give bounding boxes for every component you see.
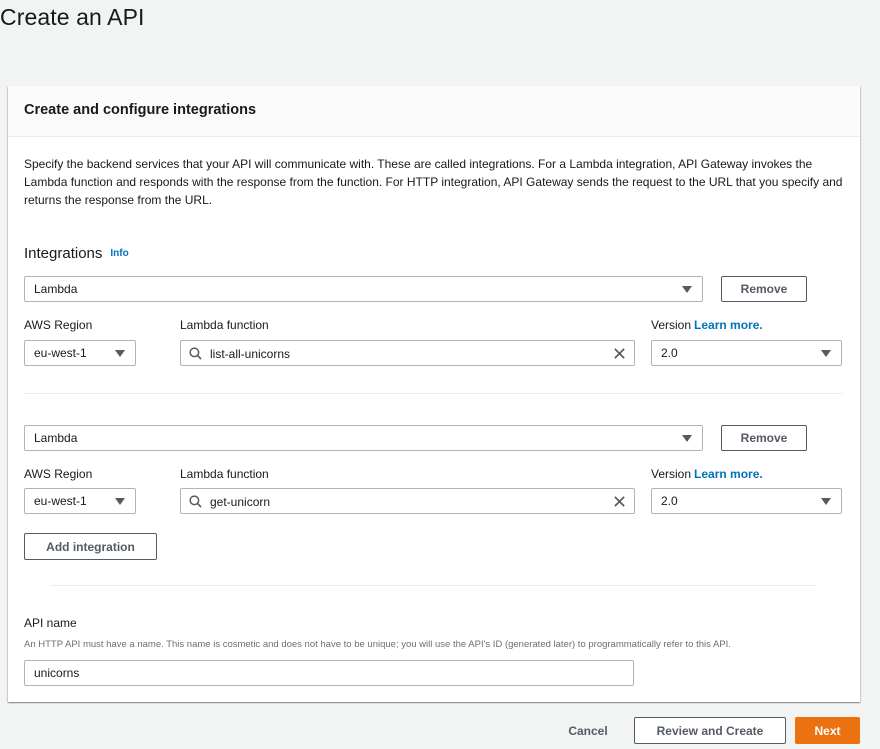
integration-type-select-1[interactable]: Lambda bbox=[24, 276, 703, 302]
learn-more-link-1[interactable]: Learn more. bbox=[694, 318, 763, 332]
region-select-2[interactable]: eu-west-1 bbox=[24, 488, 136, 514]
api-name-hint: An HTTP API must have a name. This name … bbox=[24, 639, 731, 650]
remove-button-2[interactable]: Remove bbox=[721, 425, 807, 451]
search-icon bbox=[189, 347, 202, 360]
divider bbox=[50, 585, 816, 586]
caret-down-icon bbox=[115, 350, 125, 357]
page-title: Create an API bbox=[0, 4, 145, 30]
integration-type-value: Lambda bbox=[34, 282, 78, 296]
integrations-heading: Integrations Info bbox=[24, 245, 129, 262]
api-name-input[interactable]: unicorns bbox=[24, 660, 634, 686]
version-text: Version bbox=[651, 318, 692, 332]
function-label-2: Lambda function bbox=[180, 467, 269, 481]
version-value: 2.0 bbox=[661, 346, 678, 360]
integration-type-value: Lambda bbox=[34, 431, 78, 445]
region-label-2: AWS Region bbox=[24, 467, 93, 481]
version-label-1: Version Learn more. bbox=[651, 318, 763, 332]
panel-header: Create and configure integrations bbox=[8, 86, 860, 137]
integrations-label: Integrations bbox=[24, 245, 103, 262]
function-search-input-1[interactable]: list-all-unicorns bbox=[180, 340, 635, 366]
learn-more-link-2[interactable]: Learn more. bbox=[694, 467, 763, 481]
caret-down-icon bbox=[115, 498, 125, 505]
integrations-panel: Create and configure integrations Specif… bbox=[8, 86, 860, 702]
caret-down-icon bbox=[821, 498, 831, 505]
region-select-1[interactable]: eu-west-1 bbox=[24, 340, 136, 366]
caret-down-icon bbox=[682, 435, 692, 442]
caret-down-icon bbox=[682, 286, 692, 293]
version-value: 2.0 bbox=[661, 494, 678, 508]
region-label-1: AWS Region bbox=[24, 318, 93, 332]
clear-icon[interactable] bbox=[613, 347, 626, 360]
caret-down-icon bbox=[821, 350, 831, 357]
search-icon bbox=[189, 495, 202, 508]
api-name-value: unicorns bbox=[34, 666, 80, 680]
version-select-2[interactable]: 2.0 bbox=[651, 488, 842, 514]
remove-button-1[interactable]: Remove bbox=[721, 276, 807, 302]
next-button[interactable]: Next bbox=[795, 717, 860, 744]
version-label-2: Version Learn more. bbox=[651, 467, 763, 481]
function-value: list-all-unicorns bbox=[210, 347, 291, 361]
function-value: get-unicorn bbox=[210, 495, 271, 509]
api-name-label: API name bbox=[24, 616, 77, 630]
clear-icon[interactable] bbox=[613, 495, 626, 508]
review-and-create-button[interactable]: Review and Create bbox=[634, 717, 786, 744]
panel-description: Specify the backend services that your A… bbox=[24, 157, 843, 207]
integration-type-select-2[interactable]: Lambda bbox=[24, 425, 703, 451]
info-link[interactable]: Info bbox=[110, 248, 128, 259]
region-value: eu-west-1 bbox=[34, 346, 87, 360]
version-select-1[interactable]: 2.0 bbox=[651, 340, 842, 366]
panel-title: Create and configure integrations bbox=[24, 102, 257, 118]
region-value: eu-west-1 bbox=[34, 494, 87, 508]
version-text: Version bbox=[651, 467, 692, 481]
divider bbox=[24, 393, 842, 394]
function-label-1: Lambda function bbox=[180, 318, 269, 332]
cancel-button[interactable]: Cancel bbox=[552, 717, 624, 744]
function-search-input-2[interactable]: get-unicorn bbox=[180, 488, 635, 514]
add-integration-button[interactable]: Add integration bbox=[24, 533, 157, 560]
